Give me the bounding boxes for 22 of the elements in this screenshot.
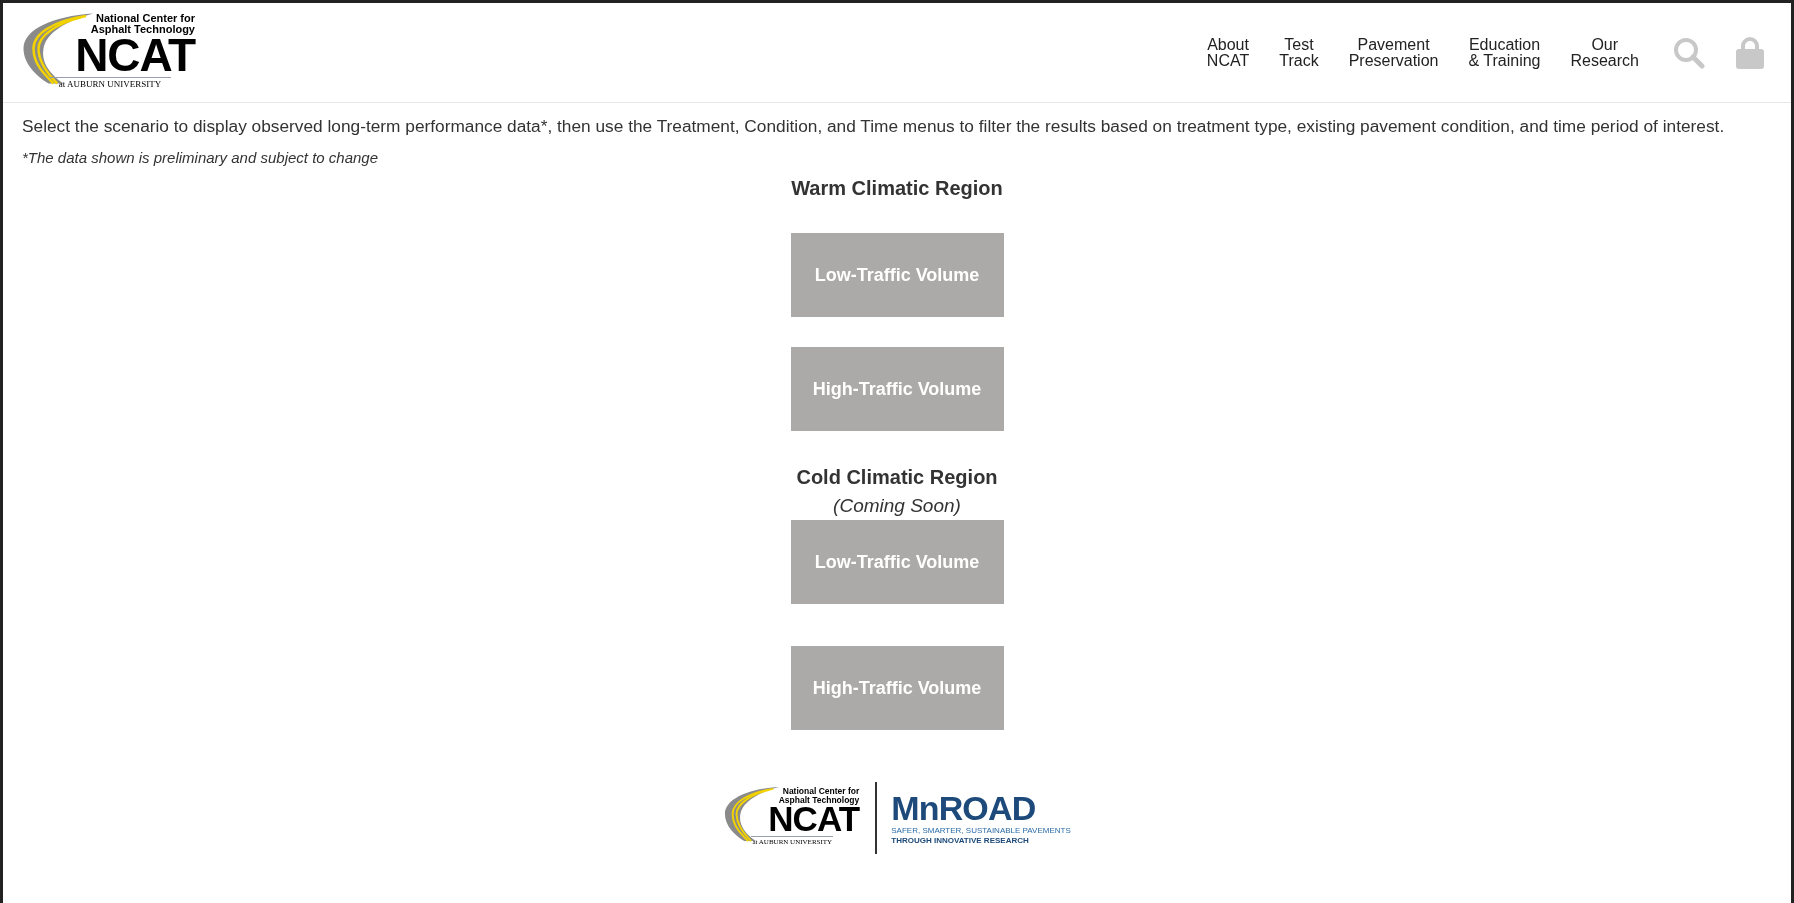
region-subtitle: (Coming Soon): [833, 494, 961, 518]
nav-link[interactable]: Education & Training: [1468, 36, 1541, 69]
nav-link[interactable]: Pavement Preservation: [1348, 36, 1439, 69]
logo-wordmark: MnROAD: [891, 790, 1037, 826]
logo-tagline: SAFER, SMARTER, SUSTAINABLE PAVEMENTS: [891, 826, 1071, 836]
disclaimer-text: *The data shown is preliminary and subject to change: [22, 148, 380, 168]
region-heading: Warm Climatic Region: [791, 176, 1003, 200]
logo-wordmark: NCAT: [768, 804, 860, 834]
nav-link[interactable]: About NCAT: [1206, 36, 1250, 69]
region-heading: Cold Climatic Region: [796, 465, 998, 489]
logo-subline: at AUBURN UNIVERSITY: [57, 77, 163, 90]
logo-text: National Center for: [96, 12, 195, 24]
logo-text: Asphalt Technology: [778, 795, 860, 804]
logo-wordmark: NCAT: [75, 34, 195, 75]
lock-icon[interactable]: [1735, 36, 1765, 69]
nav-link[interactable]: Our Research: [1570, 36, 1639, 69]
logo-text: Asphalt Technology: [90, 23, 195, 35]
nav-link[interactable]: Test Track: [1279, 36, 1319, 69]
search-icon[interactable]: [1673, 36, 1705, 69]
intro-text: Select the scenario to display observed long-term performance data*, then use the Treatment, Condition, and Time menus to filter the results based on treatment type, existing pavement condition, and time period of interest.: [22, 115, 1726, 137]
logo-text: National Center for: [782, 787, 860, 796]
logo-tagline: THROUGH INNOVATIVE RESEARCH: [891, 836, 1030, 846]
